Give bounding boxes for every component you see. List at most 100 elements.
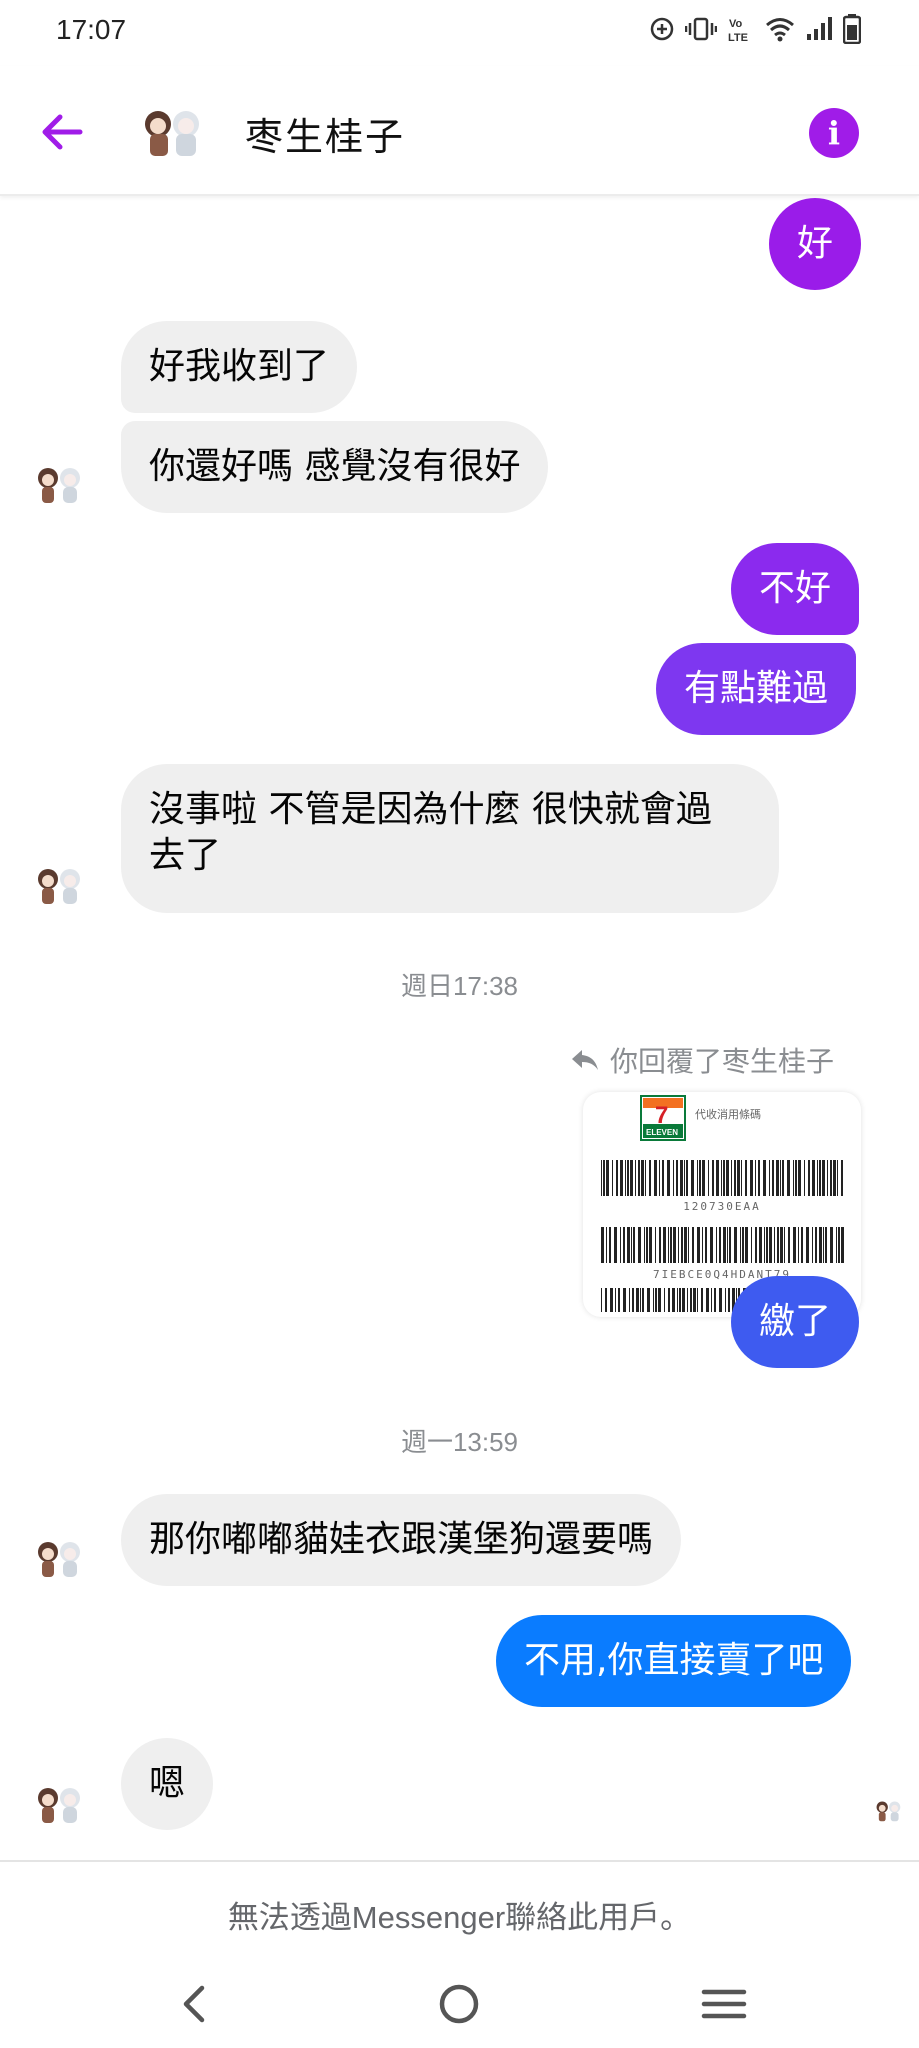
barcode-bar <box>727 1227 728 1263</box>
barcode-bar <box>668 1227 669 1263</box>
barcode-bar <box>692 1227 694 1263</box>
battery-icon <box>843 14 861 44</box>
barcode-bar <box>806 1227 809 1263</box>
barcode-bar <box>612 1160 613 1196</box>
wifi-icon <box>766 18 794 42</box>
info-button[interactable]: i <box>809 108 859 158</box>
message-bubble-in[interactable]: 沒事啦 不管是因為什麼 很快就會過 去了 <box>121 764 779 913</box>
barcode-bar <box>659 1160 660 1196</box>
barcode-bar <box>725 1288 726 1312</box>
message-bubble-out[interactable]: 好 <box>769 198 861 290</box>
barcode-bar <box>646 1227 648 1263</box>
seven-eleven-logo-text: ELEVEN <box>646 1128 678 1137</box>
message-bubble-in[interactable]: 那你嘟嘟貓娃衣跟漢堡狗還要嗎 <box>121 1494 682 1586</box>
barcode-bar <box>641 1160 644 1196</box>
barcode-bar <box>618 1288 620 1312</box>
barcode-bar <box>601 1227 604 1263</box>
barcode-bar <box>741 1160 742 1196</box>
barcode-bar <box>693 1288 696 1312</box>
message-text: 不好 <box>759 568 832 609</box>
status-icons: Vo LTE <box>649 14 861 44</box>
message-text: 那你嘟嘟貓娃衣跟漢堡狗還要嗎 <box>149 1519 654 1560</box>
barcode-bar <box>751 1227 752 1263</box>
nav-back-icon <box>183 1985 205 2023</box>
barcode-bar <box>708 1160 709 1196</box>
barcode-bar <box>667 1160 670 1196</box>
barcode-bar <box>734 1227 737 1263</box>
barcode-2 <box>601 1227 844 1263</box>
barcode-bar <box>798 1160 801 1196</box>
barcode-bar <box>729 1227 731 1263</box>
message-bubble-out[interactable]: 繳了 <box>731 1276 860 1368</box>
barcode-bar <box>678 1227 679 1263</box>
barcode-bar <box>808 1160 810 1196</box>
barcode-bar <box>723 1227 726 1263</box>
barcode-bar <box>688 1227 689 1263</box>
contact-name[interactable]: 枣生桂子 <box>245 106 405 161</box>
barcode-bar <box>640 1288 641 1312</box>
contact-avatar[interactable] <box>138 102 208 160</box>
barcode-bar <box>629 1288 630 1312</box>
sender-avatar[interactable] <box>34 1534 86 1580</box>
barcode-bar <box>780 1227 783 1263</box>
barcode-bar <box>755 1227 757 1263</box>
barcode-bar <box>649 1160 651 1196</box>
nav-recents-button[interactable] <box>694 1974 754 2034</box>
barcode-bar <box>798 1227 799 1263</box>
barcode-bar <box>782 1160 784 1196</box>
barcode-bar <box>620 1227 621 1263</box>
barcode-bar <box>723 1160 725 1196</box>
barcode-bar <box>830 1227 833 1263</box>
barcode-bar <box>673 1227 676 1263</box>
barcode-bar <box>780 1160 781 1196</box>
barcode-bar <box>812 1227 813 1263</box>
barcode-bar <box>764 1227 765 1263</box>
barcode-bar <box>740 1227 741 1263</box>
nav-home-button[interactable] <box>429 1974 489 2034</box>
barcode-bar <box>655 1227 656 1263</box>
vibrate-icon <box>685 17 717 41</box>
barcode-bar <box>784 1227 785 1263</box>
message-bubble-in[interactable]: 好我收到了 <box>121 321 358 413</box>
barcode-bar <box>676 1160 678 1196</box>
barcode-bar <box>830 1160 832 1196</box>
barcode-bar <box>684 1160 685 1196</box>
sender-avatar[interactable] <box>34 1780 86 1826</box>
barcode-bar <box>825 1227 827 1263</box>
back-button[interactable] <box>36 106 88 158</box>
barcode-bar <box>627 1227 630 1263</box>
message-bubble-out[interactable]: 不用,你直接賣了吧 <box>496 1615 852 1707</box>
barcode-bar <box>812 1160 815 1196</box>
sender-avatar[interactable] <box>34 460 86 506</box>
message-bubble-in[interactable]: 嗯 <box>121 1738 213 1830</box>
message-bubble-out[interactable]: 不好 <box>731 543 860 635</box>
barcode-bar <box>758 1160 760 1196</box>
seven-eleven-logo-number: 7 <box>655 1102 668 1129</box>
barcode-bar <box>686 1160 688 1196</box>
barcode-bar <box>635 1160 636 1196</box>
barcode-bar <box>787 1160 790 1196</box>
barcode-1 <box>601 1160 843 1196</box>
nav-back-button[interactable] <box>164 1974 224 2034</box>
message-bubble-in[interactable]: 你還好嗎 感覺沒有很好 <box>121 421 549 513</box>
barcode-bar <box>625 1160 626 1196</box>
nav-menu-icon <box>701 1989 747 2019</box>
barcode-bar <box>793 1160 794 1196</box>
barcode-bar <box>766 1227 768 1263</box>
sender-avatar[interactable] <box>34 861 86 907</box>
barcode-bar <box>644 1227 645 1263</box>
barcode-bar <box>763 1160 766 1196</box>
barcode-bar <box>603 1160 605 1196</box>
receipt-store-label: 代收消用條碼 <box>695 1107 761 1121</box>
barcode-bar <box>655 1288 657 1312</box>
barcode-bar <box>838 1227 840 1263</box>
barcode-bar <box>711 1288 712 1312</box>
barcode-bar <box>654 1160 657 1196</box>
message-text: 好我收到了 <box>149 346 330 387</box>
barcode-bar <box>615 1288 616 1312</box>
barcode-bar <box>687 1288 688 1312</box>
barcode-bar <box>710 1227 713 1263</box>
message-bubble-out[interactable]: 有點難過 <box>656 643 857 735</box>
barcode-bar <box>772 1160 774 1196</box>
barcode-bar <box>658 1288 661 1312</box>
